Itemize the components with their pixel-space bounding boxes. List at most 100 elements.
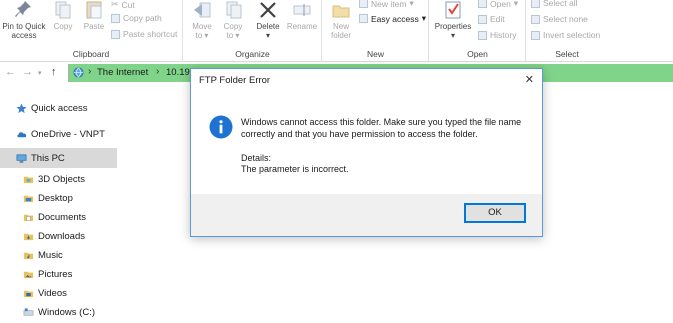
folder-icon xyxy=(23,214,34,221)
select-group: Select all Select none Invert selection … xyxy=(527,0,673,62)
nav-item-documents[interactable]: Documents xyxy=(0,207,117,227)
chevron-down-icon: ▾ xyxy=(265,31,270,40)
clipboard-group-label: Clipboard xyxy=(72,49,110,59)
move-to-icon xyxy=(194,2,211,18)
select-all-button[interactable]: Select all xyxy=(531,0,578,8)
copy-path-label: Copy path xyxy=(123,13,162,23)
copy-button[interactable]: Copy xyxy=(49,0,77,31)
easy-access-icon xyxy=(359,14,368,23)
dialog-details-text: The parameter is incorrect. xyxy=(241,164,349,174)
up-arrow-icon[interactable]: ↑ xyxy=(51,66,57,78)
new-item-icon xyxy=(359,0,368,8)
nav-item-quick-access[interactable]: Quick access xyxy=(0,98,117,118)
new-folder-label-1: New xyxy=(332,22,349,31)
folder-icon xyxy=(23,195,34,202)
nav-item-label: Videos xyxy=(38,287,67,299)
chevron-down-icon: ▾ xyxy=(233,31,240,40)
dialog-details-label: Details: xyxy=(241,153,272,163)
ok-button[interactable]: OK xyxy=(464,203,526,223)
copy-to-label-1: Copy xyxy=(223,22,243,31)
chevron-down-icon: ▾ xyxy=(513,0,519,8)
history-icon xyxy=(478,30,487,40)
pin-label-line-1: Pin to Quick xyxy=(2,22,46,31)
paste-label: Paste xyxy=(83,22,105,31)
select-none-icon xyxy=(531,14,540,24)
delete-button[interactable]: Delete ▾ xyxy=(253,0,283,40)
rename-label: Rename xyxy=(286,22,318,31)
pin-label-line-2: access xyxy=(11,31,37,40)
cut-button[interactable]: ✂ Cut xyxy=(111,0,135,10)
nav-item-downloads[interactable]: Downloads xyxy=(0,226,117,246)
paste-icon xyxy=(86,1,102,19)
chevron-down-icon: ▾ xyxy=(421,13,426,23)
edit-button[interactable]: Edit xyxy=(478,14,505,24)
delete-x-icon xyxy=(260,2,276,18)
nav-item-label: This PC xyxy=(31,152,65,164)
organize-group-label: Organize xyxy=(235,49,270,59)
nav-item-label: 3D Objects xyxy=(38,173,85,185)
pin-icon xyxy=(15,1,31,17)
nav-item-label: Documents xyxy=(38,211,87,223)
open-icon xyxy=(478,0,487,8)
star-icon xyxy=(16,102,27,113)
open-group: Properties ▾ Open ▾ Edit History Open xyxy=(430,0,526,62)
properties-icon xyxy=(445,1,461,19)
breadcrumb-the-internet[interactable]: The Internet xyxy=(97,67,148,78)
paste-button[interactable]: Paste xyxy=(80,0,108,31)
properties-button[interactable]: Properties ▾ xyxy=(432,0,474,40)
nav-item-desktop[interactable]: Desktop xyxy=(0,188,117,208)
pin-to-quick-access-button[interactable]: Pin to Quick access xyxy=(0,0,48,40)
copy-path-icon xyxy=(111,13,120,23)
open-button[interactable]: Open ▾ xyxy=(478,0,518,9)
folder-icon xyxy=(23,176,34,183)
new-folder-button[interactable]: New folder xyxy=(327,0,355,40)
back-arrow-icon[interactable]: ← xyxy=(5,66,16,78)
new-group-label: New xyxy=(366,49,384,59)
copy-icon xyxy=(55,1,71,19)
organize-group: Move to ▾ Copy to ▾ Delete ▾ Rename Orga… xyxy=(184,0,322,62)
nav-item-music[interactable]: Music xyxy=(0,245,117,265)
cloud-icon xyxy=(17,131,27,137)
breadcrumb-separator-icon: › xyxy=(88,66,92,77)
history-button[interactable]: History xyxy=(478,30,516,40)
nav-item-windows-c[interactable]: Windows (C:) xyxy=(0,302,117,322)
paste-shortcut-label: Paste shortcut xyxy=(123,29,178,39)
rename-button[interactable]: Rename xyxy=(285,0,319,31)
new-item-label: New item xyxy=(371,0,407,9)
easy-access-button[interactable]: Easy access ▾ xyxy=(359,13,426,24)
new-folder-icon xyxy=(332,5,350,18)
invert-selection-icon xyxy=(531,30,540,40)
close-icon[interactable]: ✕ xyxy=(525,73,534,86)
copy-path-button[interactable]: Copy path xyxy=(111,13,162,23)
nav-item-pictures[interactable]: Pictures xyxy=(0,264,117,284)
nav-item-label: Windows (C:) xyxy=(38,306,96,318)
nav-item-label: Pictures xyxy=(38,268,73,280)
pc-icon xyxy=(16,153,27,163)
nav-item-this-pc[interactable]: This PC xyxy=(0,148,117,168)
nav-item-3d-objects[interactable]: 3D Objects xyxy=(0,169,117,189)
forward-arrow-icon[interactable]: → xyxy=(22,66,33,78)
nav-item-videos[interactable]: Videos xyxy=(0,283,117,303)
ftp-folder-error-dialog: FTP Folder Error ✕ Windows cannot access… xyxy=(190,68,543,237)
delete-label: Delete xyxy=(256,22,280,31)
folder-icon xyxy=(23,271,34,278)
invert-selection-button[interactable]: Invert selection xyxy=(531,30,600,40)
move-to-button[interactable]: Move to ▾ xyxy=(188,0,216,40)
paste-shortcut-icon xyxy=(111,29,120,39)
new-item-button[interactable]: New item ▾ xyxy=(359,0,414,9)
dialog-footer: OK xyxy=(191,194,542,236)
select-group-label: Select xyxy=(555,49,579,59)
recent-locations-chevron-icon[interactable]: ▾ xyxy=(38,69,42,77)
nav-item-onedrive[interactable]: OneDrive - VNPT xyxy=(0,124,117,144)
open-label: Open xyxy=(490,0,511,9)
folder-icon xyxy=(23,290,34,297)
chevron-down-icon: ▾ xyxy=(450,31,455,40)
copy-to-button[interactable]: Copy to ▾ xyxy=(219,0,247,40)
navigation-pane: Quick access OneDrive - VNPT This PC 3D … xyxy=(0,90,117,323)
open-group-label: Open xyxy=(467,49,488,59)
nav-item-label: Quick access xyxy=(31,102,88,114)
select-none-button[interactable]: Select none xyxy=(531,14,588,24)
copy-to-icon xyxy=(226,1,242,19)
paste-shortcut-button[interactable]: Paste shortcut xyxy=(111,29,177,39)
internet-globe-icon xyxy=(73,67,84,78)
